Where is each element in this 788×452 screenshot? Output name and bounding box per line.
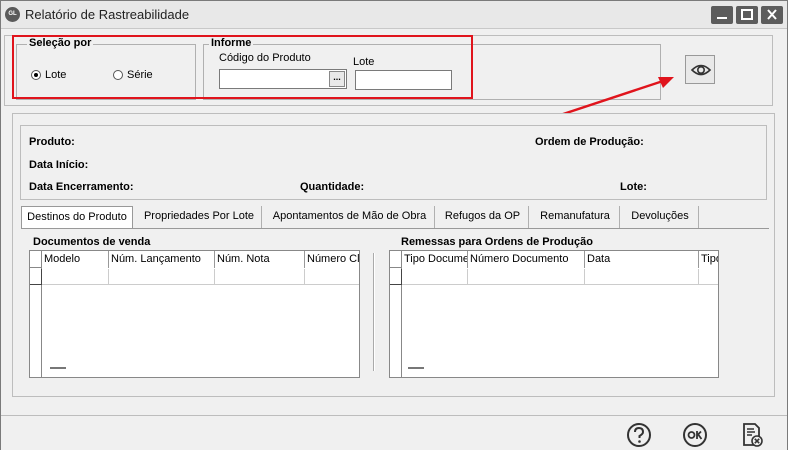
tab-apontamentos[interactable]: Apontamentos de Mão de Obra	[265, 206, 435, 228]
lote-info-label: Lote:	[620, 181, 647, 193]
col-numero-documento[interactable]: Número Documento	[468, 251, 585, 268]
row-indicator	[390, 269, 402, 285]
tab-refugos-op[interactable]: Refugos da OP	[437, 206, 529, 228]
remessas-header: Tipo Docume Número Documento Data Tipo	[390, 251, 718, 268]
tab-remanufatura[interactable]: Remanufatura	[531, 206, 620, 228]
remessas-grid[interactable]: Tipo Docume Número Documento Data Tipo	[389, 250, 719, 378]
documentos-venda-header: Modelo Núm. Lançamento Núm. Nota Número …	[30, 251, 359, 268]
document-cancel-icon	[743, 423, 763, 447]
table-row[interactable]	[390, 269, 718, 285]
col-num-nota[interactable]: Núm. Nota	[215, 251, 305, 268]
ok-icon	[683, 423, 707, 447]
cell[interactable]	[585, 269, 699, 285]
documentos-venda-title: Documentos de venda	[33, 236, 151, 248]
cell[interactable]	[42, 269, 109, 285]
ok-button[interactable]	[681, 421, 709, 449]
cancel-report-button[interactable]	[738, 421, 766, 449]
table-row[interactable]	[30, 269, 359, 285]
main-window: GL Relatório de Rastreabilidade Seleção …	[0, 0, 788, 450]
cell[interactable]	[215, 269, 305, 285]
data-inicio-label: Data Início:	[29, 159, 89, 171]
quantidade-label: Quantidade:	[300, 181, 365, 193]
produto-label: Produto:	[29, 136, 75, 148]
row-indicator	[30, 269, 42, 285]
cell[interactable]	[402, 269, 468, 285]
info-panel: Produto: Ordem de Produção: Data Início:…	[20, 125, 767, 200]
col-tipo[interactable]: Tipo	[699, 251, 718, 268]
tab-devolucoes[interactable]: Devoluções	[622, 206, 699, 228]
splitter[interactable]	[373, 253, 375, 371]
cell[interactable]	[468, 269, 585, 285]
help-icon	[627, 423, 651, 447]
scrollbar-thumb[interactable]	[408, 367, 424, 369]
help-button[interactable]	[625, 421, 653, 449]
tab-propriedades-lote[interactable]: Propriedades Por Lote	[137, 206, 262, 228]
remessas-title: Remessas para Ordens de Produção	[401, 236, 593, 248]
ordem-producao-label: Ordem de Produção:	[535, 136, 644, 148]
tab-destinos-produto[interactable]: Destinos do Produto	[21, 206, 133, 228]
scrollbar-thumb[interactable]	[50, 367, 66, 369]
tab-divider	[21, 228, 769, 229]
horizontal-scrollbar[interactable]	[42, 363, 359, 373]
col-data[interactable]: Data	[585, 251, 699, 268]
bottom-toolbar	[1, 415, 787, 450]
col-num-lancamento[interactable]: Núm. Lançamento	[109, 251, 215, 268]
data-encerramento-label: Data Encerramento:	[29, 181, 134, 193]
col-modelo[interactable]: Modelo	[42, 251, 109, 268]
horizontal-scrollbar[interactable]	[402, 363, 718, 373]
cell[interactable]	[109, 269, 215, 285]
col-tipo-documento[interactable]: Tipo Docume	[402, 251, 468, 268]
documentos-venda-grid[interactable]: Modelo Núm. Lançamento Núm. Nota Número …	[29, 250, 360, 378]
col-numero-cli[interactable]: Número Cli	[305, 251, 359, 268]
